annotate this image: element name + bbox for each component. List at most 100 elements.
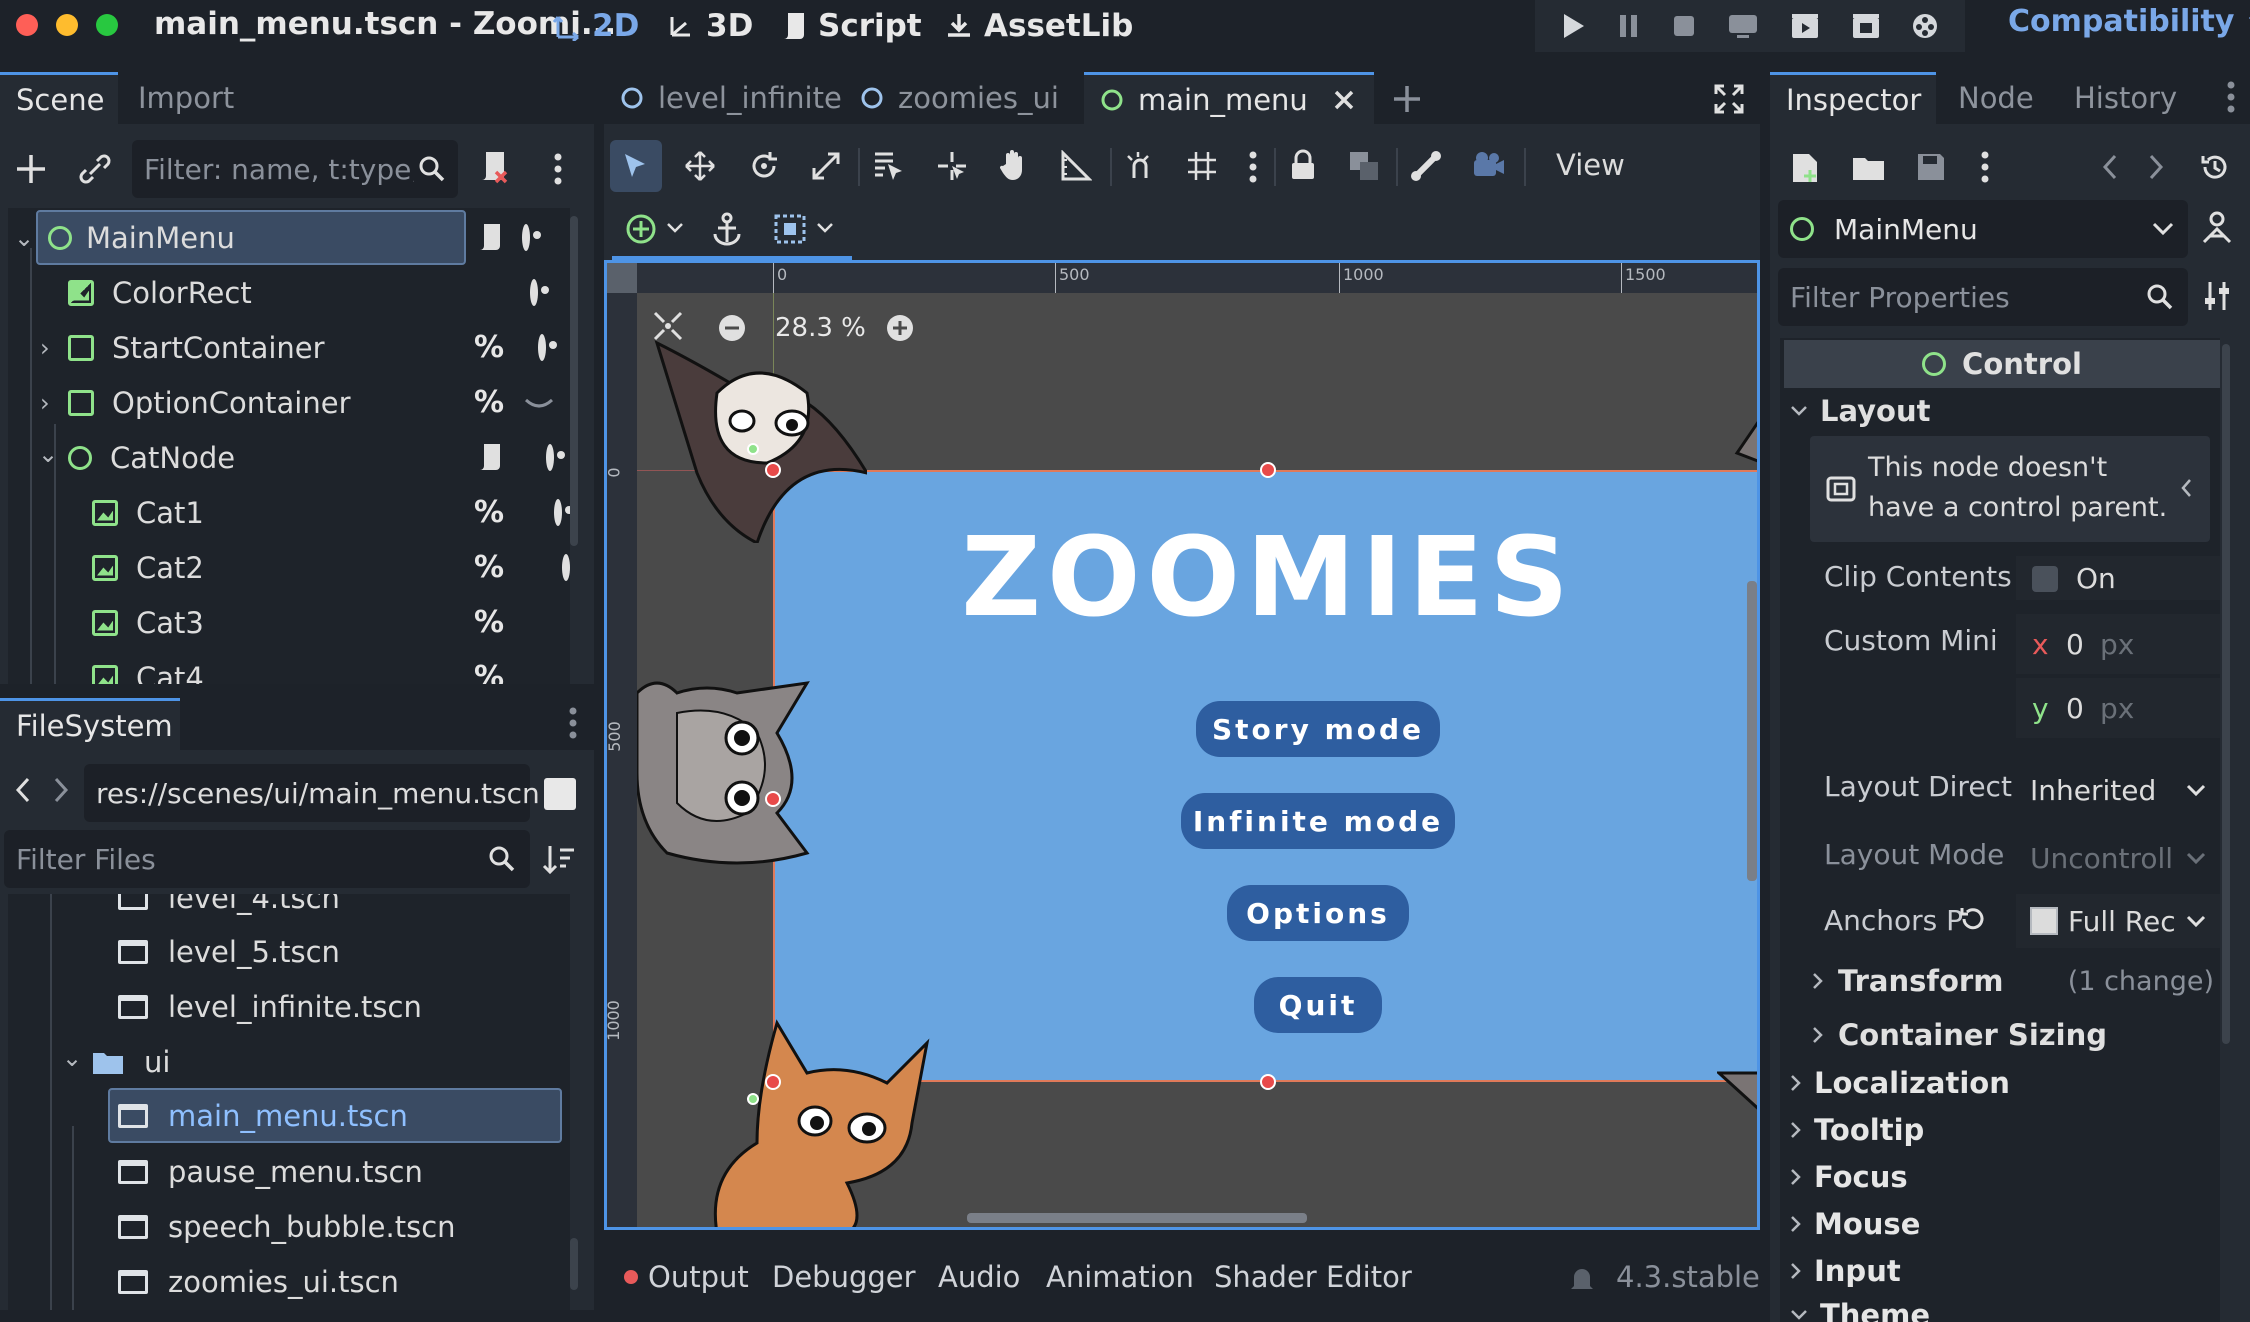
tab-import[interactable]: Import <box>122 72 250 124</box>
maximize-window-button[interactable] <box>96 14 118 36</box>
file-item[interactable]: zoomies_ui.tscn <box>118 1254 399 1309</box>
remote-debug-icon[interactable] <box>1727 12 1759 40</box>
minimize-window-button[interactable] <box>56 14 78 36</box>
chevron-down-icon[interactable]: ⌄ <box>62 1044 82 1072</box>
tab-scene[interactable]: Scene <box>0 72 118 124</box>
new-resource-icon[interactable] <box>1790 152 1820 184</box>
tree-node-mainmenu[interactable]: MainMenu <box>36 210 466 265</box>
history-back-icon[interactable] <box>2102 154 2118 180</box>
unique-name-badge[interactable]: % <box>474 330 504 365</box>
inspector-scrollbar[interactable] <box>2222 344 2230 1044</box>
view-menu[interactable]: View <box>1556 148 1625 182</box>
unique-name-badge[interactable]: % <box>474 385 504 420</box>
save-icon[interactable] <box>1916 152 1946 182</box>
toggle-split-icon[interactable] <box>544 778 576 810</box>
chevron-left-icon[interactable] <box>2180 478 2192 498</box>
layout-direction-select[interactable]: Inherited <box>2016 764 2220 816</box>
pan-icon[interactable] <box>998 148 1030 182</box>
load-resource-icon[interactable] <box>1852 154 1886 182</box>
scene-menu-icon[interactable] <box>553 152 563 186</box>
pivot-icon[interactable] <box>936 150 968 182</box>
viewport-v-scrollbar[interactable] <box>1747 581 1757 881</box>
filter-properties-input[interactable]: Filter Properties <box>1778 268 2188 326</box>
tab-level-infinite[interactable]: level_infinite <box>604 72 842 124</box>
chevron-down-icon[interactable]: ⌄ <box>38 440 58 468</box>
chevron-right-icon[interactable]: › <box>40 334 50 362</box>
camera-override-icon[interactable] <box>1472 150 1506 180</box>
visibility-icon[interactable] <box>538 334 546 361</box>
folder-item[interactable]: ui <box>92 1034 170 1089</box>
skeleton-icon[interactable] <box>1410 150 1442 182</box>
tab-history[interactable]: History <box>2058 72 2193 124</box>
scene-tree-scrollbar[interactable] <box>570 216 578 546</box>
animation-tab[interactable]: Animation <box>1046 1260 1194 1294</box>
stop-icon[interactable] <box>1672 14 1696 38</box>
path-field[interactable]: res://scenes/ui/main_menu.tscn <box>84 764 540 822</box>
script-icon[interactable] <box>476 222 504 252</box>
new-tab-icon[interactable] <box>1392 84 1422 114</box>
script-icon[interactable] <box>476 442 504 472</box>
unique-name-badge[interactable]: % <box>474 550 504 585</box>
file-item[interactable]: level_infinite.tscn <box>118 979 422 1034</box>
anchor-icon[interactable] <box>712 212 742 246</box>
section-focus[interactable]: Focus <box>1790 1160 1908 1194</box>
tree-node-colorrect[interactable]: ColorRect <box>68 265 252 320</box>
tree-node-cat3[interactable]: Cat3 <box>92 595 204 650</box>
tree-node-optioncontainer[interactable]: OptionContainer <box>68 375 351 430</box>
close-window-button[interactable] <box>16 14 38 36</box>
pivot-handle[interactable] <box>747 443 759 455</box>
add-control-icon[interactable] <box>624 212 658 246</box>
visibility-icon[interactable] <box>546 444 554 471</box>
history-forward-icon[interactable] <box>2148 154 2164 180</box>
story-mode-button[interactable]: Story mode <box>1196 701 1440 757</box>
clip-contents-checkbox[interactable]: On <box>2016 556 2220 600</box>
audio-tab[interactable]: Audio <box>938 1260 1020 1294</box>
object-history-icon[interactable] <box>2200 152 2230 182</box>
node-docs-icon[interactable] <box>2200 210 2234 244</box>
viewport-h-scrollbar[interactable] <box>967 1213 1307 1223</box>
back-icon[interactable] <box>14 776 32 804</box>
hidden-icon[interactable] <box>524 398 554 412</box>
list-select-icon[interactable] <box>872 150 904 182</box>
scale-icon[interactable] <box>810 150 842 182</box>
subsection-container-sizing[interactable]: Container Sizing <box>1812 1018 2107 1052</box>
close-icon[interactable] <box>1332 88 1356 112</box>
revert-icon[interactable] <box>1958 904 1988 934</box>
renderer-selector[interactable]: Compatibility <box>2008 4 2250 39</box>
nav-3d[interactable]: 3D <box>666 4 753 48</box>
smart-snap-icon[interactable] <box>1124 150 1156 182</box>
pause-icon[interactable] <box>1617 12 1641 40</box>
lock-icon[interactable] <box>1288 148 1318 182</box>
extra-options-icon[interactable] <box>1980 150 1990 184</box>
sort-icon[interactable] <box>542 844 576 876</box>
tree-node-cat2[interactable]: Cat2 <box>92 540 204 595</box>
file-tree-scrollbar[interactable] <box>570 1238 578 1290</box>
custom-min-y-field[interactable]: y 0 px <box>2016 678 2220 738</box>
resize-handle[interactable] <box>765 1074 781 1090</box>
pivot-handle[interactable] <box>747 1093 759 1105</box>
nav-script[interactable]: Script <box>780 4 922 48</box>
attach-script-icon[interactable] <box>478 150 512 186</box>
subsection-transform[interactable]: Transform (1 change) <box>1812 964 2220 998</box>
chevron-right-icon[interactable]: › <box>40 389 50 417</box>
debugger-tab[interactable]: Debugger <box>772 1260 916 1294</box>
file-item[interactable]: level_5.tscn <box>118 924 340 979</box>
zoom-in-icon[interactable] <box>885 313 915 343</box>
options-button[interactable]: Options <box>1227 885 1409 941</box>
anchor-preset-icon[interactable] <box>774 214 806 244</box>
tab-main-menu[interactable]: main_menu <box>1084 72 1374 124</box>
notification-bell-icon[interactable] <box>1568 1264 1596 1294</box>
filter-files-input[interactable]: Filter Files <box>4 830 530 888</box>
nav-assetlib[interactable]: AssetLib <box>944 4 1133 48</box>
resize-handle[interactable] <box>1260 1074 1276 1090</box>
ruler-icon[interactable] <box>1060 150 1092 182</box>
dock-menu-icon[interactable] <box>2226 80 2236 114</box>
file-item[interactable]: speech_bubble.tscn <box>118 1199 456 1254</box>
resize-handle[interactable] <box>1260 462 1276 478</box>
resize-handle[interactable] <box>765 791 781 807</box>
instantiate-scene-icon[interactable] <box>78 152 112 186</box>
rotate-icon[interactable] <box>748 150 780 182</box>
node-selector[interactable]: MainMenu <box>1778 200 2188 258</box>
section-theme[interactable]: Theme <box>1790 1298 1930 1322</box>
tab-zoomies-ui[interactable]: zoomies_ui <box>844 72 1080 124</box>
